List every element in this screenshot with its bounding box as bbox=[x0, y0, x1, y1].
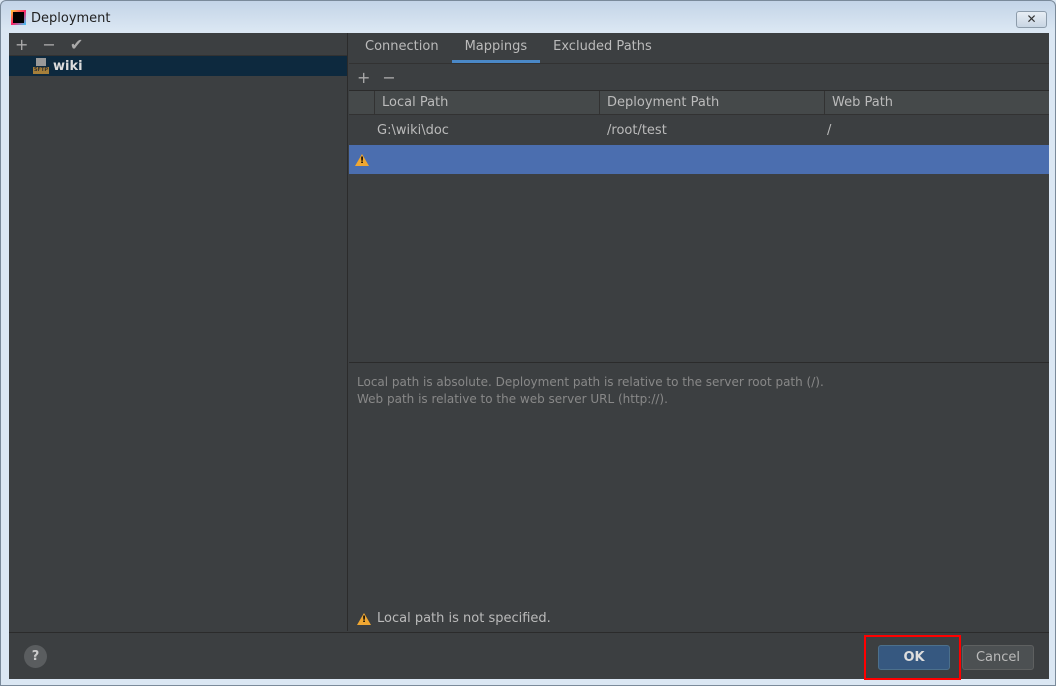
validation-message: ! Local path is not specified. bbox=[357, 611, 551, 626]
help-button[interactable]: ? bbox=[24, 645, 47, 668]
tab-mappings[interactable]: Mappings bbox=[451, 33, 541, 63]
server-name: wiki bbox=[53, 58, 83, 74]
tab-connection[interactable]: Connection bbox=[352, 33, 452, 63]
cancel-button[interactable]: Cancel bbox=[962, 645, 1034, 670]
app-icon bbox=[11, 10, 26, 25]
add-icon[interactable]: + bbox=[15, 35, 28, 54]
table-row[interactable]: G:\wiki\doc /root/test / bbox=[349, 115, 1049, 145]
local-path-cell[interactable]: G:\wiki\doc bbox=[377, 123, 607, 138]
column-local-path[interactable]: Local Path bbox=[374, 91, 599, 114]
mappings-table: Local Path Deployment Path Web Path G:\w… bbox=[349, 90, 1049, 363]
mappings-toolbar: + − bbox=[349, 64, 1049, 90]
remove-icon[interactable]: − bbox=[382, 68, 395, 87]
column-deployment-path[interactable]: Deployment Path bbox=[599, 91, 824, 114]
table-row-selected[interactable]: ! bbox=[349, 145, 1049, 174]
ok-button[interactable]: OK bbox=[878, 645, 950, 670]
sftp-icon: SFTP bbox=[33, 58, 49, 74]
check-icon[interactable]: ✔ bbox=[70, 35, 83, 54]
web-path-cell[interactable]: / bbox=[827, 123, 831, 138]
server-toolbar: + − ✔ bbox=[9, 33, 347, 56]
close-button[interactable]: ✕ bbox=[1016, 11, 1047, 28]
remove-icon[interactable]: − bbox=[42, 35, 55, 54]
mappings-info: Local path is absolute. Deployment path … bbox=[357, 375, 824, 406]
warning-icon: ! bbox=[355, 153, 369, 166]
column-web-path[interactable]: Web Path bbox=[824, 91, 1049, 114]
dialog-footer: ? OK Cancel bbox=[9, 632, 1049, 680]
tab-bar: Connection Mappings Excluded Paths bbox=[349, 33, 1049, 64]
server-item-wiki[interactable]: SFTP wiki bbox=[9, 56, 347, 76]
deployment-path-cell[interactable]: /root/test bbox=[607, 123, 827, 138]
dialog-window: Deployment ✕ + − ✔ SFTP wiki Connection … bbox=[0, 0, 1056, 686]
tab-excluded-paths[interactable]: Excluded Paths bbox=[540, 33, 665, 63]
row-header bbox=[349, 91, 374, 114]
window-title: Deployment bbox=[31, 11, 111, 26]
server-list-panel: + − ✔ SFTP wiki bbox=[9, 33, 348, 631]
add-icon[interactable]: + bbox=[357, 68, 370, 87]
warning-icon: ! bbox=[357, 612, 371, 625]
